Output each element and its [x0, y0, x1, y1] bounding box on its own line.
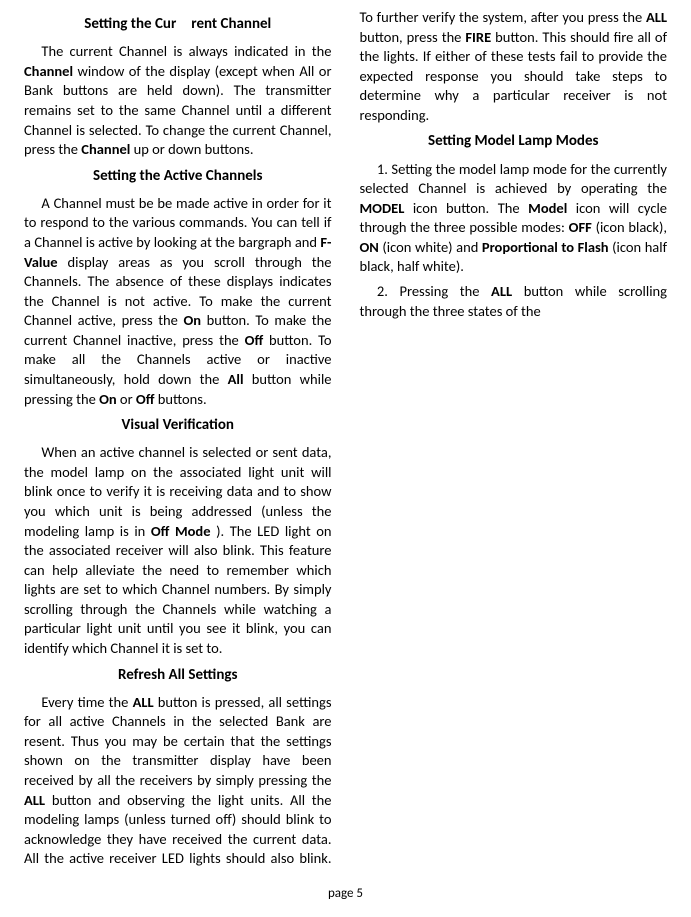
bold-channel: Channel	[81, 140, 130, 158]
paragraph: When an active channel is selected or se…	[24, 443, 332, 658]
text: (icon white) and	[379, 238, 482, 256]
bold-proportional: Proportional to Flash	[482, 238, 609, 256]
text: or	[117, 390, 136, 408]
text: Every time the	[41, 693, 132, 711]
bold-fire: FIRE	[465, 28, 491, 46]
bold-on: On	[183, 311, 201, 329]
text-columns: Setting the Cur rent Channel The current…	[24, 8, 667, 878]
bold-off: Off	[136, 390, 155, 408]
text: icon button. The	[404, 199, 528, 217]
paragraph: 1. Setting the model lamp mode for the c…	[360, 160, 668, 277]
text: ). The LED light on the associated recei…	[24, 522, 332, 657]
page-number: page 5	[0, 885, 691, 903]
text: button, press the	[360, 28, 466, 46]
bold-off: OFF	[569, 218, 592, 236]
text: A Channel must be be made active in orde…	[24, 194, 332, 251]
paragraph: A Channel must be be made active in orde…	[24, 194, 332, 409]
text: buttons.	[154, 390, 206, 408]
heading-setting-model-lamp-modes: Setting Model Lamp Modes	[360, 131, 668, 151]
bold-off: Off	[245, 331, 264, 349]
bold-model: Model	[528, 199, 567, 217]
bold-all: ALL	[491, 282, 512, 300]
bold-all: ALL	[133, 693, 154, 711]
paragraph: 2. Pressing the ALL button while scrolli…	[360, 282, 668, 321]
text: The current Channel is always indicat­ed…	[41, 42, 331, 60]
text: (icon black),	[592, 218, 667, 236]
bold-model: MODEL	[360, 199, 405, 217]
heading-setting-current-channel: Setting the Cur rent Channel	[24, 14, 332, 34]
bold-all: All	[228, 370, 244, 388]
heading-visual-verification: Visual Verification	[24, 415, 332, 435]
bold-on: On	[99, 390, 117, 408]
bold-off-mode: Off Mode	[151, 522, 211, 540]
text: 1. Setting the model lamp mode for the c…	[360, 160, 668, 198]
bold-channel: Channel	[24, 62, 73, 80]
bold-on: ON	[360, 238, 379, 256]
heading-setting-active-channels: Setting the Active Channels	[24, 166, 332, 186]
heading-refresh-all-settings: Refresh All Settings	[24, 665, 332, 685]
paragraph: The current Channel is always indicat­ed…	[24, 42, 332, 159]
bold-all: ALL	[646, 8, 667, 26]
page: Setting the Cur rent Channel The current…	[0, 0, 691, 917]
text: up or down buttons.	[130, 140, 253, 158]
bold-all: ALL	[24, 791, 45, 809]
text: 2. Pressing the	[377, 282, 491, 300]
